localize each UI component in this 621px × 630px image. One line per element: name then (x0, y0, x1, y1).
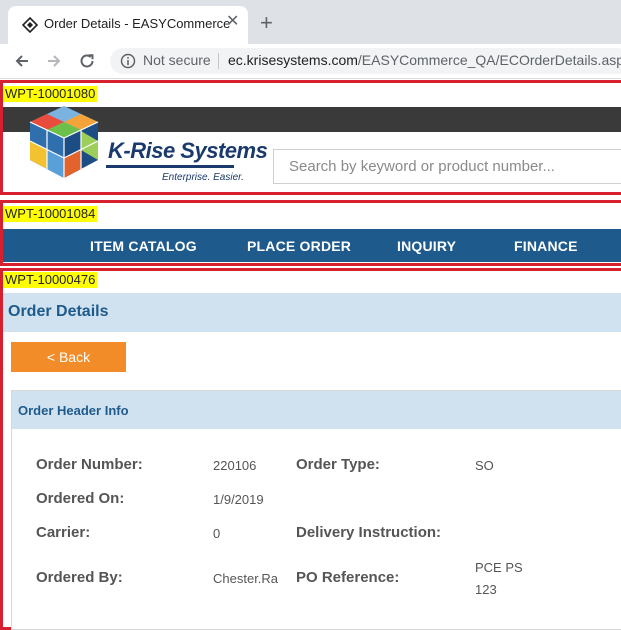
reload-icon[interactable] (78, 52, 96, 70)
back-button[interactable]: < Back (11, 342, 126, 372)
tab-close-icon[interactable]: ✕ (226, 14, 239, 30)
ordered-on-label: Ordered On: (36, 490, 125, 507)
po-reference-label: PO Reference: (296, 569, 400, 586)
brand-name: K-Rise Systems (108, 138, 268, 163)
order-number-value: 220106 (213, 458, 257, 473)
forward-arrow-icon[interactable] (45, 52, 63, 70)
delivery-instruction-label: Delivery Instruction: (296, 524, 442, 541)
new-tab-icon[interactable]: + (260, 12, 273, 34)
brand-underline (106, 165, 234, 168)
order-number-label: Order Number: (36, 456, 143, 473)
brand-tagline: Enterprise. Easier. (162, 172, 244, 183)
krise-logo-icon[interactable] (28, 104, 100, 180)
annotation-label-nav: WPT-10001084 (3, 206, 98, 222)
order-type-value: SO (475, 458, 494, 473)
nav-item-place-order[interactable]: PLACE ORDER (247, 238, 351, 254)
po-reference-line2: 123 (475, 582, 497, 597)
annotation-label-header: WPT-10001080 (3, 86, 98, 102)
carrier-label: Carrier: (36, 524, 91, 541)
security-status: Not secure (143, 52, 211, 68)
ordered-by-value: Chester.Ra (213, 571, 279, 586)
favicon-icon (22, 17, 38, 33)
nav-item-inquiry[interactable]: INQUIRY (397, 238, 456, 254)
url-divider (218, 53, 219, 69)
order-type-label: Order Type: (296, 456, 380, 473)
order-header-title: Order Header Info (18, 403, 129, 418)
url-text[interactable]: ec.krisesystems.com/EASYCommerce_QA/ECOr… (228, 52, 621, 68)
tab-title: Order Details - EASYCommerce (44, 16, 231, 31)
url-host: ec.krisesystems.com (228, 52, 358, 68)
info-icon[interactable] (120, 53, 136, 69)
po-reference-line1: PCE PS (475, 560, 523, 575)
url-path: /EASYCommerce_QA/ECOrderDetails.aspx?S (357, 52, 621, 68)
ordered-by-label: Ordered By: (36, 569, 123, 586)
page-title: Order Details (8, 303, 109, 320)
carrier-value: 0 (213, 526, 221, 541)
nav-item-catalog[interactable]: ITEM CATALOG (90, 238, 197, 254)
ordered-on-value: 1/9/2019 (213, 492, 264, 507)
annotation-label-content: WPT-10000476 (3, 272, 98, 288)
nav-item-finance[interactable]: FINANCE (514, 238, 578, 254)
search-input[interactable] (289, 158, 609, 175)
back-arrow-icon[interactable] (13, 52, 31, 70)
